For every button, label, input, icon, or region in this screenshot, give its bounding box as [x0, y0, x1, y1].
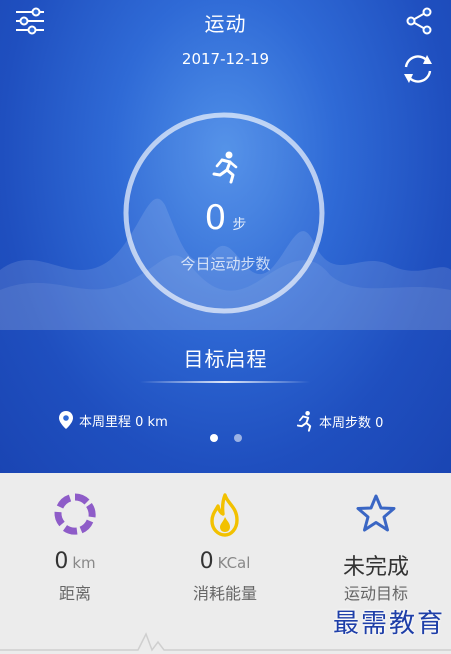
steps-caption: 今日运动步数 — [180, 255, 271, 273]
sync-icon[interactable] — [398, 50, 438, 88]
distance-value-row: 0 km — [0, 549, 150, 574]
weekly-distance-label: 本周里程 0 km — [79, 414, 168, 430]
watermark-logo: 最需教育 — [332, 609, 445, 639]
page-dot[interactable] — [233, 434, 242, 442]
today-steps: 0步 — [0, 198, 451, 238]
steps-unit: 步 — [232, 217, 247, 233]
weekly-distance: 本周里程 0 km — [58, 410, 168, 430]
location-pin-icon — [59, 411, 73, 429]
energy-unit: KCal — [217, 554, 251, 572]
running-icon — [208, 150, 242, 188]
distance-value: 0 — [54, 549, 69, 574]
star-icon — [356, 494, 396, 532]
steps-value: 0 — [204, 198, 227, 238]
weekly-steps-label: 本周步数 0 — [319, 415, 384, 431]
distance-label: 距离 — [58, 584, 91, 603]
goal-status-label: 运动目标 — [343, 584, 408, 603]
energy-label: 消耗能量 — [192, 584, 257, 603]
energy-value: 0 — [199, 549, 214, 574]
weekly-steps: 本周步数 0 — [294, 410, 383, 432]
goal-start-button[interactable]: 目标启程 — [0, 343, 451, 372]
goal-status-value: 未完成 — [342, 555, 409, 580]
date-label: 2017-12-19 — [181, 50, 270, 68]
stats-panel: 0 km 距离 0 KCal 消耗能量 未完成 运动目标 最需教育 — [0, 473, 451, 654]
share-icon[interactable] — [402, 4, 436, 38]
goal-underline — [140, 381, 310, 383]
page-title: 运动 — [204, 12, 247, 36]
flame-icon — [210, 493, 239, 537]
ring-segments-icon — [54, 493, 96, 535]
goal-status: 未完成 — [301, 549, 451, 581]
energy-value-row: 0 KCal — [150, 549, 300, 574]
hero-panel: 运动 2017-12-19 0步 今日运动步数 目标启程 本周里程 0 km 本… — [0, 0, 451, 473]
page-indicator — [0, 434, 451, 442]
page-dot-active[interactable] — [209, 434, 218, 442]
distance-unit: km — [72, 554, 96, 572]
running-icon — [296, 410, 312, 432]
